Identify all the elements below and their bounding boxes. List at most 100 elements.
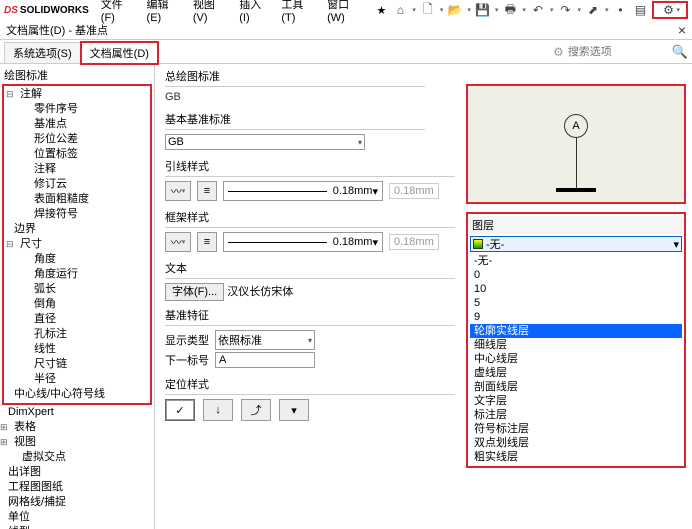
layer-option[interactable]: 10 bbox=[470, 282, 682, 296]
layer-option[interactable]: 虚线层 bbox=[470, 366, 682, 380]
layer-option[interactable]: -无- bbox=[470, 254, 682, 268]
layer-option[interactable]: 9 bbox=[470, 310, 682, 324]
tree-item[interactable]: 基准点 bbox=[20, 117, 148, 132]
text-label: 文本 bbox=[165, 260, 455, 276]
layer-option[interactable]: 双点划线层 bbox=[470, 436, 682, 450]
menu-insert[interactable]: 插入(I) bbox=[235, 0, 275, 25]
layer-option[interactable]: 轮廓实线层 bbox=[470, 324, 682, 338]
tree-item[interactable]: 直径 bbox=[20, 312, 148, 327]
open-icon[interactable]: 📂 bbox=[447, 2, 463, 18]
leader-style-btn[interactable]: 〰▾ bbox=[165, 181, 191, 201]
leader-line-select[interactable]: 0.18mm▾ bbox=[223, 181, 383, 201]
gear-icon[interactable]: ⚙ bbox=[660, 2, 676, 18]
layer-option[interactable]: 5 bbox=[470, 296, 682, 310]
layer-option[interactable]: 文字层 bbox=[470, 394, 682, 408]
logo-name: SOLIDWORKS bbox=[20, 5, 89, 16]
frame-thickness-disabled: 0.18mm bbox=[389, 234, 439, 250]
layer-panel: 图层 -无- ▾ -无- 0 10 5 9 轮廓实线层 细线层 中心线层 虚线层… bbox=[466, 212, 686, 468]
menu-window[interactable]: 窗口(W) bbox=[323, 0, 370, 25]
tree-annotations[interactable]: 注解 零件序号 基准点 形位公差 位置标签 注释 修订云 表面粗糙度 焊接符号 bbox=[6, 87, 148, 222]
tree-item[interactable]: 半径 bbox=[20, 372, 148, 387]
undo-icon[interactable]: ↶ bbox=[530, 2, 546, 18]
tree-item[interactable]: 尺寸链 bbox=[20, 357, 148, 372]
search-gear-icon: ⚙ bbox=[553, 45, 564, 59]
menu-view[interactable]: 视图(V) bbox=[189, 0, 233, 25]
tree-item[interactable]: 零件序号 bbox=[20, 102, 148, 117]
search-icon[interactable]: 🔍 bbox=[672, 44, 688, 60]
font-name: 汉仪长仿宋体 bbox=[227, 286, 293, 298]
tree-root[interactable]: 绘图标准 bbox=[0, 66, 154, 84]
tree-centerline[interactable]: 中心线/中心符号线 bbox=[6, 387, 148, 402]
tree-item[interactable]: 焊接符号 bbox=[20, 207, 148, 222]
layer-option[interactable]: 细线层 bbox=[470, 338, 682, 352]
tree-dimxpert[interactable]: DimXpert bbox=[0, 405, 154, 420]
menu-tools[interactable]: 工具(T) bbox=[277, 0, 321, 25]
tree-item[interactable]: 修订云 bbox=[20, 177, 148, 192]
select-icon[interactable]: ⬈ bbox=[585, 2, 601, 18]
tab-system-options[interactable]: 系统选项(S) bbox=[4, 42, 81, 63]
bullet-icon[interactable]: • bbox=[612, 2, 628, 18]
display-type-select[interactable]: 依照标准▾ bbox=[215, 330, 315, 350]
redo-icon[interactable]: ↷ bbox=[557, 2, 573, 18]
tree-grid[interactable]: 网格线/捕捉 bbox=[0, 495, 154, 510]
leader-thickness-icon[interactable]: ≡ bbox=[197, 181, 217, 201]
layer-option[interactable]: 中心线层 bbox=[470, 352, 682, 366]
preview-stem bbox=[576, 138, 577, 188]
font-button[interactable]: 字体(F)... bbox=[165, 283, 224, 301]
tree-item[interactable]: 弧长 bbox=[20, 282, 148, 297]
tree-dwg-sheet[interactable]: 工程图图纸 bbox=[0, 480, 154, 495]
anchor-btn-3[interactable]: ⤴ bbox=[241, 399, 271, 421]
frame-line-select[interactable]: 0.18mm▾ bbox=[223, 232, 383, 252]
display-type-label: 显示类型 bbox=[165, 332, 209, 348]
tree-dimensions[interactable]: 尺寸 角度 角度运行 弧长 倒角 直径 孔标注 线性 尺寸链 半径 bbox=[6, 237, 148, 387]
tree-item[interactable]: 孔标注 bbox=[20, 327, 148, 342]
leader-style-label: 引线样式 bbox=[165, 158, 455, 174]
new-icon[interactable]: 🗋 bbox=[420, 2, 436, 18]
tree-item[interactable]: 形位公差 bbox=[20, 132, 148, 147]
next-label-label: 下一标号 bbox=[165, 352, 209, 368]
menu-star[interactable]: ★ bbox=[372, 3, 390, 18]
preview-box: A bbox=[466, 84, 686, 204]
anchor-style-label: 定位样式 bbox=[165, 376, 455, 392]
layer-option[interactable]: 0 bbox=[470, 268, 682, 282]
next-label-input[interactable] bbox=[215, 352, 315, 368]
chevron-down-icon: ▾ bbox=[358, 138, 362, 147]
list-icon[interactable]: ▤ bbox=[632, 2, 648, 18]
leader-thickness-disabled: 0.18mm bbox=[389, 183, 439, 199]
tree-views[interactable]: 视图 bbox=[0, 435, 154, 450]
save-icon[interactable]: 💾 bbox=[475, 2, 491, 18]
tree-item[interactable]: 角度 bbox=[20, 252, 148, 267]
close-icon[interactable]: × bbox=[678, 22, 686, 38]
anchor-btn-1[interactable]: ✓ bbox=[165, 399, 195, 421]
layer-select[interactable]: -无- ▾ bbox=[470, 236, 682, 252]
home-icon[interactable]: ⌂ bbox=[392, 2, 408, 18]
tree-detail[interactable]: 出详图 bbox=[0, 465, 154, 480]
tree-item[interactable]: 线性 bbox=[20, 342, 148, 357]
tree-highlight-box: 注解 零件序号 基准点 形位公差 位置标签 注释 修订云 表面粗糙度 焊接符号 … bbox=[2, 84, 152, 405]
print-icon[interactable]: 🖶 bbox=[502, 2, 518, 18]
layer-selected-value: -无- bbox=[486, 236, 504, 252]
layer-option[interactable]: 标注层 bbox=[470, 408, 682, 422]
layer-option[interactable]: 符号标注层 bbox=[470, 422, 682, 436]
tree-units[interactable]: 单位 bbox=[0, 510, 154, 525]
anchor-btn-4[interactable]: ▾ bbox=[279, 399, 309, 421]
anchor-btn-2[interactable]: ↓ bbox=[203, 399, 233, 421]
tree-virtual[interactable]: 虚拟交点 bbox=[0, 450, 154, 465]
layer-option[interactable]: 粗实线层 bbox=[470, 450, 682, 464]
tree-item[interactable]: 倒角 bbox=[20, 297, 148, 312]
frame-style-btn[interactable]: 〰▾ bbox=[165, 232, 191, 252]
tree-border[interactable]: 边界 bbox=[6, 222, 148, 237]
menu-edit[interactable]: 编辑(E) bbox=[143, 0, 187, 25]
preview-datum-circle: A bbox=[564, 114, 588, 138]
tree-item[interactable]: 位置标签 bbox=[20, 147, 148, 162]
tree-item[interactable]: 注释 bbox=[20, 162, 148, 177]
frame-thickness-icon[interactable]: ≡ bbox=[197, 232, 217, 252]
base-std-select[interactable]: GB▾ bbox=[165, 134, 365, 150]
tree-tables[interactable]: 表格 bbox=[0, 420, 154, 435]
tree-item[interactable]: 表面粗糙度 bbox=[20, 192, 148, 207]
tree-item[interactable]: 角度运行 bbox=[20, 267, 148, 282]
tree-linetype[interactable]: 线型 bbox=[0, 525, 154, 529]
tab-document-properties[interactable]: 文档属性(D) bbox=[80, 41, 159, 65]
layer-option[interactable]: 剖面线层 bbox=[470, 380, 682, 394]
search-input[interactable] bbox=[568, 46, 668, 58]
